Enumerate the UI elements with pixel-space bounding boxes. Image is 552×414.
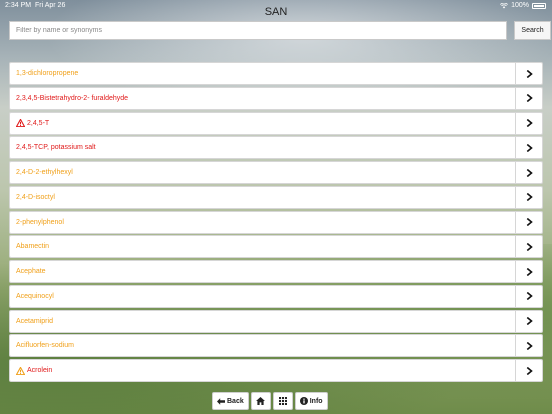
list-item[interactable]: 2,4,5-TCP, potassium salt — [9, 136, 543, 160]
chevron-right-glyph — [526, 317, 533, 325]
list-item-text: Acequinocyl — [16, 292, 54, 300]
list-item[interactable]: 2-phenylphenol — [9, 210, 543, 234]
warning-icon — [16, 119, 25, 127]
list-item[interactable]: Acrolein — [9, 359, 543, 382]
list-item-label: Acetamiprid — [10, 318, 515, 325]
list-item-label: Acephate — [10, 268, 515, 275]
chevron-right-glyph — [526, 193, 533, 202]
list-item[interactable]: 2,4-D-isoctyl — [9, 185, 543, 209]
list-item-label: Acrolein — [10, 366, 515, 375]
chevron-right-icon[interactable] — [515, 335, 542, 357]
chevron-right-glyph — [526, 242, 533, 251]
app-title: SAN — [264, 6, 288, 18]
list-item[interactable]: Abamectin — [9, 235, 543, 259]
list-item[interactable]: Acetamiprid — [9, 309, 543, 333]
list-item-label: 2,4-D-isoctyl — [10, 194, 515, 201]
chevron-right-icon[interactable] — [515, 63, 542, 84]
grid-button[interactable] — [272, 392, 293, 410]
chevron-right-glyph — [526, 143, 533, 152]
chevron-right-glyph — [526, 168, 533, 177]
chevron-right-icon[interactable] — [515, 162, 542, 183]
list-item-label: 2,4-D-2-ethylhexyl — [10, 169, 515, 176]
chevron-right-icon[interactable] — [515, 137, 542, 159]
chevron-right-icon[interactable] — [515, 211, 542, 233]
list-item[interactable]: 2,3,4,5-Bistetrahydro-2- furaldehyde — [9, 86, 543, 110]
list-item[interactable]: Acifluorfen-sodium — [9, 334, 543, 358]
chemical-list: 1,3-dichloropropene 2,3,4,5-Bistetrahydro… — [9, 62, 543, 388]
list-item[interactable]: Acephate — [9, 260, 543, 283]
list-item-text: 1,3-dichloropropene — [16, 70, 79, 77]
chevron-right-glyph — [526, 69, 533, 78]
list-item[interactable]: Acequinocyl — [9, 284, 543, 308]
list-item-text: Acifluorfen-sodium — [16, 342, 74, 350]
list-item-label: 2-phenylphenol — [10, 219, 515, 226]
info-button[interactable]: Info — [294, 392, 328, 410]
chevron-right-icon[interactable] — [515, 310, 542, 332]
list-item-text: 2-phenylphenol — [16, 218, 64, 226]
list-item[interactable]: 2,4,5-T — [9, 111, 543, 135]
list-item[interactable]: 1,3-dichloropropene — [9, 62, 543, 85]
search-input[interactable] — [9, 21, 507, 40]
chevron-right-icon[interactable] — [515, 112, 542, 134]
chevron-right-glyph — [526, 119, 533, 127]
chevron-right-icon[interactable] — [515, 186, 542, 208]
grid-icon — [278, 397, 287, 405]
list-item-text: 2,4,5-TCP, potassium salt — [16, 144, 96, 152]
search-button[interactable]: Search — [514, 21, 551, 40]
chevron-right-icon[interactable] — [515, 285, 542, 307]
list-item-label: 2,4,5-T — [10, 119, 515, 127]
back-label: Back — [227, 397, 244, 405]
chevron-right-icon[interactable] — [515, 360, 542, 381]
list-item-text: Acrolein — [27, 367, 53, 374]
list-item-text: 2,4,5-T — [27, 119, 50, 127]
list-item-text: 2,4-D-isoctyl — [16, 193, 55, 201]
list-item-label: Abamectin — [10, 243, 515, 250]
list-item-text: 2,3,4,5-Bistetrahydro-2- furaldehyde — [16, 94, 129, 102]
info-circle-icon — [299, 397, 308, 405]
chevron-right-glyph — [526, 366, 533, 375]
chevron-right-glyph — [526, 218, 533, 226]
chevron-right-glyph — [526, 292, 533, 301]
home-icon — [256, 397, 266, 405]
chevron-right-icon[interactable] — [515, 261, 542, 282]
list-item-text: Acephate — [16, 268, 46, 275]
bottom-toolbar: Back Info — [212, 392, 328, 410]
search-bar: Search — [9, 21, 551, 40]
list-item-label: 2,3,4,5-Bistetrahydro-2- furaldehyde — [10, 95, 515, 102]
chevron-right-icon[interactable] — [515, 87, 542, 109]
back-button[interactable]: Back — [212, 392, 249, 410]
chevron-right-glyph — [526, 267, 533, 276]
list-item-label: 2,4,5-TCP, potassium salt — [10, 144, 515, 151]
home-button[interactable] — [250, 392, 271, 410]
list-item-label: Acequinocyl — [10, 293, 515, 300]
arrow-left-icon — [217, 397, 225, 405]
info-label: Info — [309, 397, 323, 405]
list-item[interactable]: 2,4-D-2-ethylhexyl — [9, 161, 543, 184]
chevron-right-glyph — [526, 94, 533, 103]
chevron-right-icon[interactable] — [515, 236, 542, 258]
warning-icon — [16, 366, 25, 375]
list-item-text: 2,4-D-2-ethylhexyl — [16, 169, 73, 176]
list-item-text: Abamectin — [16, 243, 50, 251]
list-item-label: Acifluorfen-sodium — [10, 342, 515, 349]
list-item-label: 1,3-dichloropropene — [10, 70, 515, 77]
list-item-text: Acetamiprid — [16, 317, 53, 325]
chevron-right-glyph — [526, 341, 533, 350]
